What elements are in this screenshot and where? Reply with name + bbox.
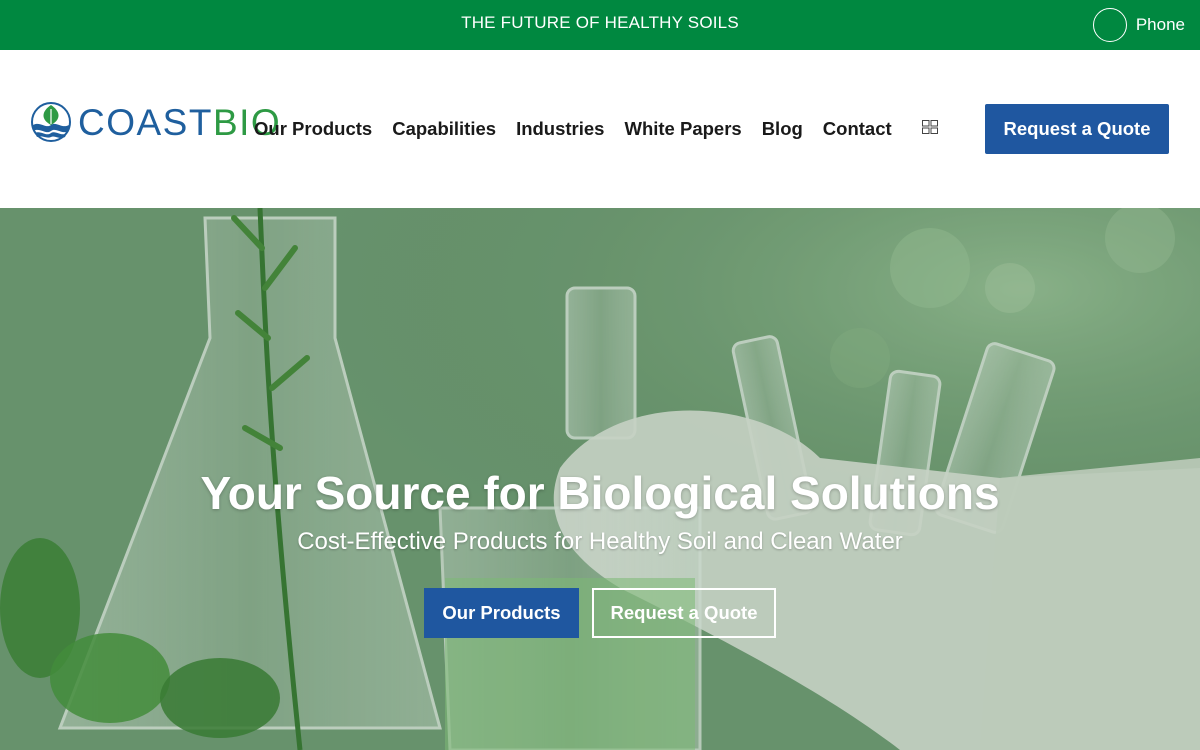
logo-wordmark: COASTBIO xyxy=(78,104,281,141)
nav-item-our-products[interactable]: Our Products xyxy=(254,118,372,140)
phone-icon xyxy=(1092,8,1127,42)
phone-link[interactable]: Phone xyxy=(1092,8,1185,42)
nav-item-industries[interactable]: Industries xyxy=(516,118,604,140)
nav-item-white-papers[interactable]: White Papers xyxy=(624,118,741,140)
nav-item-blog[interactable]: Blog xyxy=(762,118,803,140)
our-products-button[interactable]: Our Products xyxy=(424,588,579,638)
logo[interactable]: COASTBIO xyxy=(30,101,281,143)
announcement-bar: THE FUTURE OF HEALTHY SOILS Phone xyxy=(0,0,1200,50)
nav-item-contact[interactable]: Contact xyxy=(823,118,892,140)
hero-title: Your Source for Biological Solutions xyxy=(200,467,1000,519)
hero-request-quote-button[interactable]: Request a Quote xyxy=(592,588,776,638)
announcement-text: THE FUTURE OF HEALTHY SOILS xyxy=(461,13,739,32)
phone-label: Phone xyxy=(1135,15,1185,34)
hero-subtitle: Cost-Effective Products for Healthy Soil… xyxy=(297,528,903,555)
grid-icon[interactable] xyxy=(922,120,938,134)
leaf-globe-icon xyxy=(31,102,71,142)
request-quote-button[interactable]: Request a Quote xyxy=(985,104,1169,154)
logo-text-coast: COAST xyxy=(78,101,213,143)
main-nav: Our Products Capabilities Industries Whi… xyxy=(254,118,892,140)
nav-item-capabilities[interactable]: Capabilities xyxy=(392,118,496,140)
site-header: COASTBIO Our Products Capabilities Indus… xyxy=(0,50,1200,208)
hero-section: Your Source for Biological Solutions Cos… xyxy=(0,208,1200,750)
